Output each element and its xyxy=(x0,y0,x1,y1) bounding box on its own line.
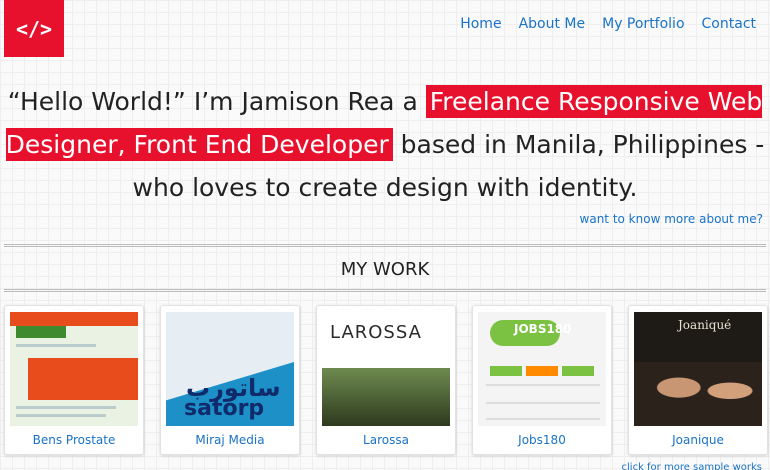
more-works-link[interactable]: click for more sample works xyxy=(622,462,762,470)
portfolio-card-bens-prostate[interactable]: Bens Prostate xyxy=(4,305,144,455)
thumbnail-text: Joaniqué xyxy=(678,318,732,332)
main-nav: Home About Me My Portfolio Contact xyxy=(460,16,756,32)
nav-contact[interactable]: Contact xyxy=(702,16,756,32)
portfolio-thumbnail[interactable]: JOBS180 xyxy=(478,312,606,426)
portfolio-thumbnail[interactable]: Joaniqué xyxy=(634,312,762,426)
portfolio-thumbnail[interactable]: LAROSSA xyxy=(322,312,450,426)
portfolio-grid: Bens Prostate ساتورب satorp Miraj Media … xyxy=(4,305,768,455)
nav-my-portfolio[interactable]: My Portfolio xyxy=(602,16,684,32)
portfolio-card-joanique[interactable]: Joaniqué Joanique xyxy=(628,305,768,455)
hero-intro-text: “Hello World!” I’m Jamison Rea a xyxy=(7,87,426,116)
nav-about-me[interactable]: About Me xyxy=(519,16,586,32)
portfolio-card-title[interactable]: Miraj Media xyxy=(195,433,264,447)
section-title: MY WORK xyxy=(340,259,430,280)
site-logo[interactable]: </> xyxy=(4,0,64,57)
hero-intro: “Hello World!” I’m Jamison Rea a Freelan… xyxy=(0,80,770,209)
portfolio-card-title[interactable]: Jobs180 xyxy=(518,433,566,447)
portfolio-card-title[interactable]: Joanique xyxy=(672,433,724,447)
divider xyxy=(4,289,766,292)
divider xyxy=(4,244,766,247)
portfolio-card-title[interactable]: Larossa xyxy=(363,433,409,447)
portfolio-card-title[interactable]: Bens Prostate xyxy=(33,433,116,447)
thumbnail-text: satorp xyxy=(184,396,265,421)
thumbnail-text: LAROSSA xyxy=(330,322,422,343)
thumbnail-text: JOBS180 xyxy=(514,322,572,336)
portfolio-card-jobs180[interactable]: JOBS180 Jobs180 xyxy=(472,305,612,455)
portfolio-card-larossa[interactable]: LAROSSA Larossa xyxy=(316,305,456,455)
about-me-link[interactable]: want to know more about me? xyxy=(580,212,763,226)
portfolio-thumbnail[interactable]: ساتورب satorp xyxy=(166,312,294,426)
portfolio-thumbnail[interactable] xyxy=(10,312,138,426)
portfolio-card-miraj-media[interactable]: ساتورب satorp Miraj Media xyxy=(160,305,300,455)
nav-home[interactable]: Home xyxy=(460,16,501,32)
